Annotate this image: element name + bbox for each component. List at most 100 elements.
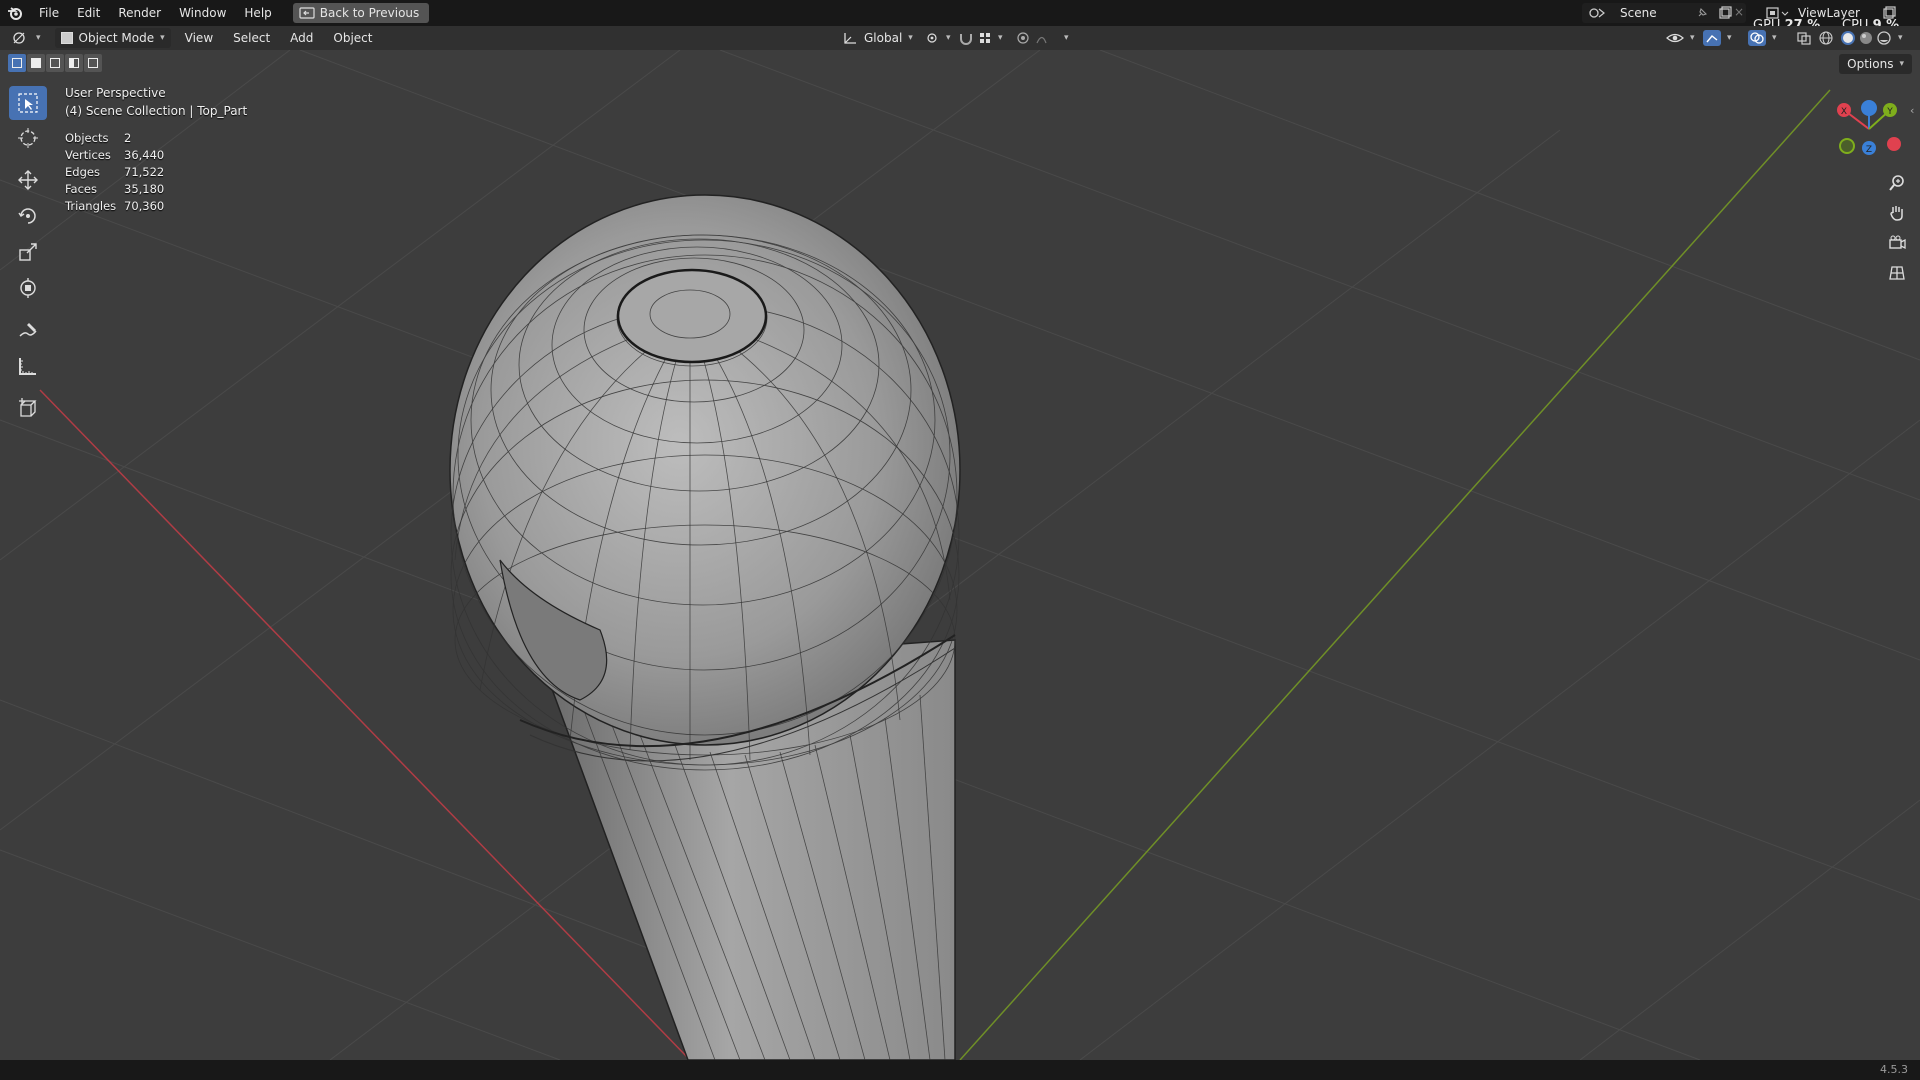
zoom-button[interactable] bbox=[1884, 170, 1910, 196]
camera-icon bbox=[1889, 235, 1906, 250]
stat-value: 70,360 bbox=[124, 199, 165, 213]
stat-value: 71,522 bbox=[124, 165, 165, 179]
scene-selector[interactable]: Scene × bbox=[1582, 3, 1746, 23]
select-new-icon bbox=[12, 58, 22, 68]
falloff-dropdown[interactable]: ▾ bbox=[1030, 28, 1075, 48]
new-scene-icon[interactable] bbox=[1718, 6, 1732, 20]
snap-target-dropdown[interactable]: ▾ bbox=[972, 28, 1009, 48]
options-dropdown[interactable]: Options ▾ bbox=[1839, 54, 1912, 74]
proportional-edit-icon bbox=[1017, 32, 1029, 44]
active-collection: (4) Scene Collection | Top_Part bbox=[65, 104, 248, 118]
viewport-header: ▾ Object Mode ▾ View Select Add Object G… bbox=[0, 26, 1920, 50]
visibility-dropdown[interactable]: ▾ bbox=[1660, 28, 1701, 48]
select-extend-button[interactable] bbox=[27, 54, 45, 72]
remove-scene-icon[interactable]: × bbox=[1734, 5, 1744, 19]
select-subtract-icon bbox=[50, 58, 60, 68]
scene-name: Scene bbox=[1620, 6, 1657, 20]
blender-logo-icon[interactable] bbox=[0, 0, 30, 26]
menu-view[interactable]: View bbox=[179, 28, 219, 48]
menu-help[interactable]: Help bbox=[235, 0, 280, 26]
status-bar: 4.5.3 bbox=[0, 1060, 1920, 1080]
measure-tool[interactable] bbox=[8, 348, 48, 384]
select-invert-icon bbox=[69, 58, 79, 68]
axes-icon bbox=[844, 33, 856, 44]
menu-window[interactable]: Window bbox=[170, 0, 235, 26]
gizmo-toggle[interactable]: ▾ bbox=[1697, 28, 1738, 48]
scale-tool[interactable] bbox=[8, 234, 48, 270]
select-box-tool[interactable] bbox=[9, 86, 47, 120]
sidebar-toggle-icon[interactable]: ‹ bbox=[1910, 104, 1914, 117]
shading-rendered-button[interactable]: ▾ bbox=[1870, 28, 1909, 48]
stat-label: Faces bbox=[65, 182, 97, 196]
3d-viewport[interactable] bbox=[0, 50, 1920, 1060]
select-subtract-button[interactable] bbox=[46, 54, 64, 72]
perspective-toggle-button[interactable] bbox=[1884, 260, 1910, 286]
gizmo-neg-x-axis[interactable] bbox=[1887, 137, 1901, 151]
stat-value: 35,180 bbox=[124, 182, 165, 196]
stat-label: Vertices bbox=[65, 148, 111, 162]
pan-hand-icon bbox=[1890, 206, 1903, 221]
options-label: Options bbox=[1847, 57, 1894, 71]
scene-statistics: Objects 2 Vertices 36,440 Edges 71,522 Face… bbox=[65, 131, 164, 216]
top-menu-bar: File Edit Render Window Help Back to Pre… bbox=[0, 0, 1920, 33]
stat-row: Edges 71,522 bbox=[65, 165, 164, 182]
pivot-point-dropdown[interactable]: ▾ bbox=[918, 28, 957, 48]
rotate-tool[interactable] bbox=[8, 198, 48, 234]
menu-object[interactable]: Object bbox=[327, 28, 378, 48]
gizmo-y-label: Y bbox=[1886, 107, 1893, 117]
add-cube-tool[interactable] bbox=[8, 390, 48, 426]
wireframe-sphere-icon bbox=[1819, 31, 1833, 45]
menu-render[interactable]: Render bbox=[109, 0, 170, 26]
object-mode-label: Object Mode bbox=[78, 31, 155, 45]
scene-icon bbox=[1589, 8, 1605, 18]
overlays-icon bbox=[1748, 30, 1766, 46]
move-arrows-icon bbox=[18, 170, 38, 190]
select-extend-icon bbox=[31, 58, 41, 68]
viewport-info: User Perspective (4) Scene Collection | … bbox=[65, 86, 247, 122]
pin-icon[interactable] bbox=[1696, 7, 1708, 19]
transform-icon bbox=[20, 278, 36, 298]
eye-icon bbox=[1666, 33, 1684, 43]
editor-type-button[interactable]: ▾ bbox=[6, 28, 47, 48]
stat-row: Faces 35,180 bbox=[65, 182, 164, 199]
select-intersect-icon bbox=[88, 58, 98, 68]
cursor-tool[interactable] bbox=[8, 120, 48, 156]
transform-tool[interactable] bbox=[8, 270, 48, 306]
scale-icon bbox=[19, 243, 37, 261]
menu-select[interactable]: Select bbox=[227, 28, 276, 48]
gizmo-neg-y-axis[interactable] bbox=[1839, 138, 1855, 154]
object-mode-dropdown[interactable]: Object Mode ▾ bbox=[54, 28, 171, 48]
menu-file[interactable]: File bbox=[30, 0, 68, 26]
pan-button[interactable] bbox=[1884, 200, 1910, 226]
camera-view-button[interactable] bbox=[1884, 230, 1910, 256]
tool-shelf bbox=[8, 86, 48, 426]
stat-row: Objects 2 bbox=[65, 131, 164, 148]
annotate-tool[interactable] bbox=[8, 312, 48, 348]
transform-orientation-dropdown[interactable]: Global ▾ bbox=[836, 28, 919, 48]
menu-add[interactable]: Add bbox=[284, 28, 319, 48]
transform-orientation-label: Global bbox=[864, 31, 903, 45]
version-label: 4.5.3 bbox=[1880, 1063, 1908, 1076]
zoom-magnifier-icon bbox=[1889, 175, 1904, 191]
move-tool[interactable] bbox=[8, 162, 48, 198]
gizmo-icon bbox=[1703, 30, 1721, 46]
stat-label: Objects bbox=[65, 131, 109, 145]
select-new-button[interactable] bbox=[8, 54, 26, 72]
overlays-toggle[interactable]: ▾ bbox=[1742, 28, 1783, 48]
add-cube-icon bbox=[19, 398, 37, 417]
selection-mode-buttons bbox=[8, 54, 102, 72]
back-to-previous-button[interactable]: Back to Previous bbox=[292, 3, 430, 23]
screen-back-icon bbox=[299, 7, 315, 19]
cursor-icon bbox=[18, 128, 38, 148]
rendered-sphere-icon bbox=[1877, 31, 1891, 45]
select-invert-button[interactable] bbox=[65, 54, 83, 72]
rotate-icon bbox=[18, 208, 36, 224]
select-intersect-button[interactable] bbox=[84, 54, 102, 72]
measure-ruler-icon bbox=[19, 358, 36, 375]
navigation-gizmo[interactable]: X Y Z bbox=[1832, 96, 1912, 162]
select-box-icon bbox=[18, 93, 38, 113]
object-mode-icon bbox=[60, 32, 73, 44]
menu-edit[interactable]: Edit bbox=[68, 0, 109, 26]
stat-value: 2 bbox=[124, 131, 132, 145]
gizmo-z-axis[interactable] bbox=[1861, 100, 1877, 116]
